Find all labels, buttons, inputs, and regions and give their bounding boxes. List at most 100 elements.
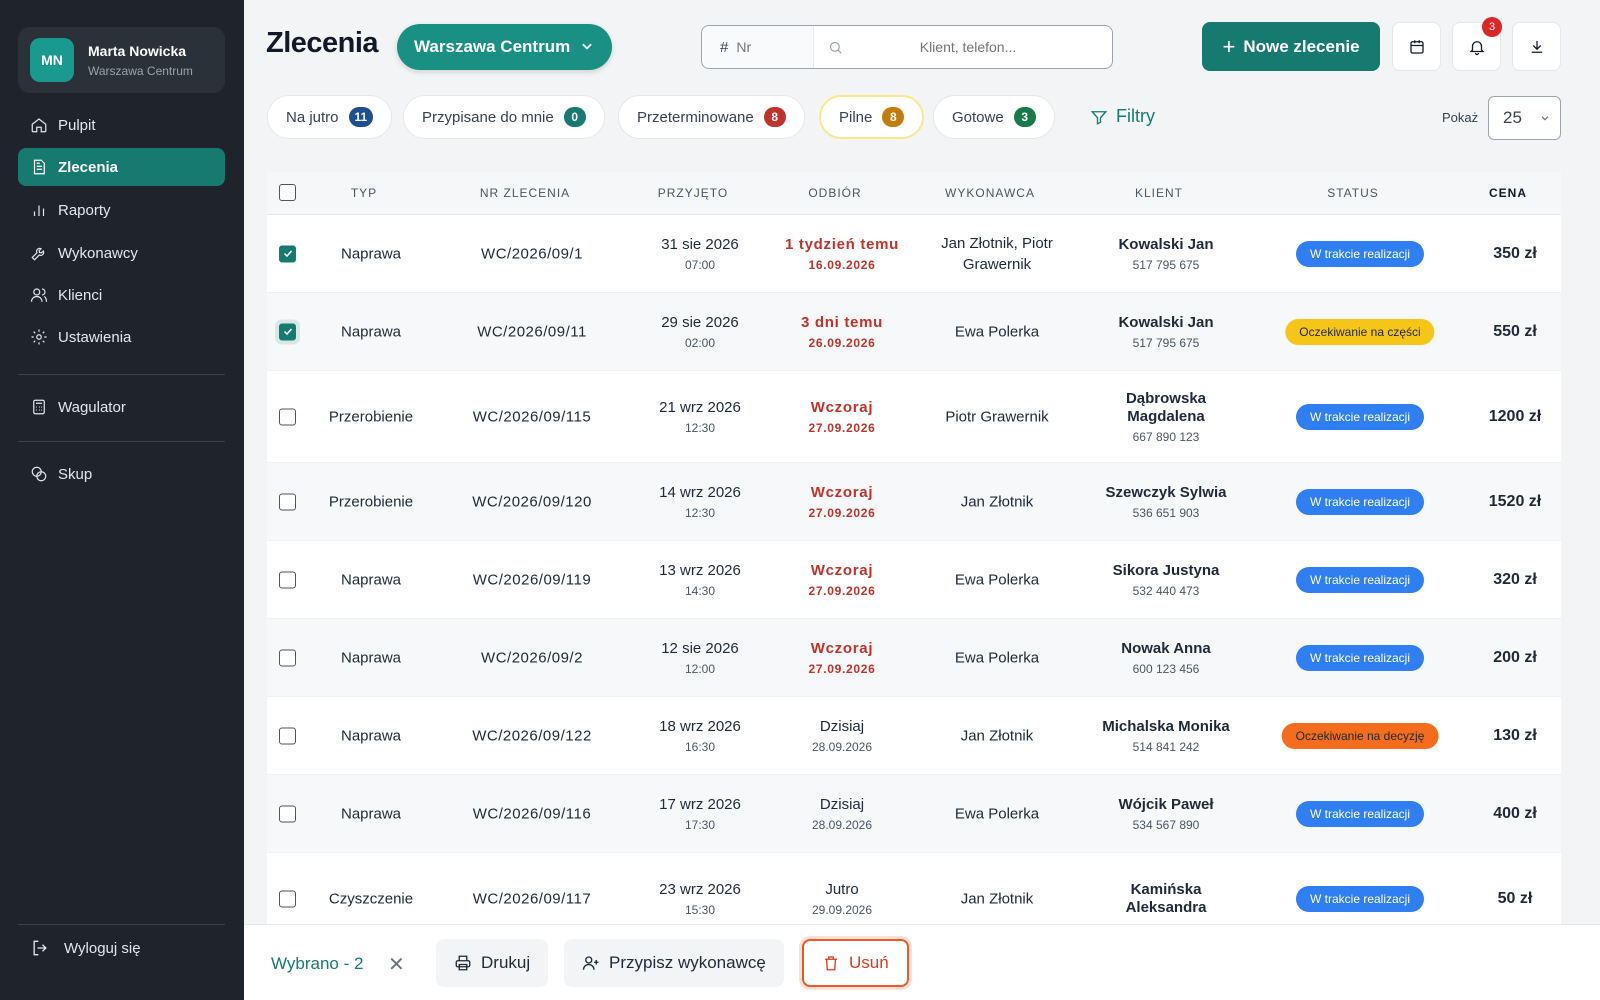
search-box: # bbox=[701, 25, 1113, 69]
table-row[interactable]: Naprawa WC/2026/09/116 17 wrz 2026 17:30 Dzi… bbox=[267, 775, 1561, 853]
order-number[interactable]: WC/2026/09/122 bbox=[472, 727, 592, 744]
sidebar-item-label: Skup bbox=[58, 465, 93, 483]
client-phone: 517 795 675 bbox=[1132, 335, 1200, 350]
sidebar-item-skup[interactable]: Skup bbox=[18, 455, 225, 493]
users-icon bbox=[30, 288, 48, 302]
order-number[interactable]: WC/2026/09/116 bbox=[473, 805, 591, 822]
select-all-checkbox[interactable] bbox=[279, 184, 296, 201]
check-icon bbox=[283, 328, 292, 336]
sidebar-item-wagulator[interactable]: Wagulator bbox=[18, 388, 225, 426]
sidebar-item-klienci[interactable]: Klienci bbox=[18, 276, 225, 314]
order-number[interactable]: WC/2026/09/120 bbox=[472, 493, 592, 510]
sidebar-item-raporty[interactable]: Raporty bbox=[18, 191, 225, 229]
status-badge[interactable]: W trakcie realizacji bbox=[1295, 403, 1425, 430]
order-type: Czyszczenie bbox=[328, 890, 414, 907]
pickup-cell: Wczoraj 27.09.2026 bbox=[808, 562, 875, 598]
worker-name: Ewa Polerka bbox=[954, 571, 1040, 588]
status-badge[interactable]: Oczekiwanie na decyzję bbox=[1281, 722, 1439, 749]
sidebar-item-label: Raporty bbox=[58, 201, 111, 219]
column-header-order-number[interactable]: NR ZLECENIA bbox=[480, 186, 570, 200]
column-header-worker[interactable]: WYKONAWCA bbox=[945, 186, 1035, 200]
status-badge[interactable]: W trakcie realizacji bbox=[1295, 800, 1425, 827]
row-checkbox[interactable] bbox=[279, 493, 296, 510]
order-number[interactable]: WC/2026/09/1 bbox=[481, 245, 583, 262]
column-header-type[interactable]: TYP bbox=[351, 186, 377, 200]
order-number-input[interactable] bbox=[736, 39, 807, 55]
received-time: 12:30 bbox=[684, 420, 716, 435]
column-header-client[interactable]: KLIENT bbox=[1135, 186, 1183, 200]
worker-name: Jan Złotnik bbox=[960, 890, 1034, 907]
notifications-button[interactable]: 3 bbox=[1452, 17, 1502, 71]
filter-chip-assigned-to-me[interactable]: Przypisane do mnie 0 bbox=[403, 95, 605, 139]
received-date: 31 sie 2026 bbox=[661, 235, 739, 253]
user-card[interactable]: MN Marta Nowicka Warszawa Centrum bbox=[18, 27, 225, 93]
order-number[interactable]: WC/2026/09/119 bbox=[473, 571, 591, 588]
filter-chip-urgent[interactable]: Pilne 8 bbox=[819, 95, 925, 139]
table-row[interactable]: Przerobienie WC/2026/09/120 14 wrz 2026 12:… bbox=[267, 463, 1561, 541]
table-row[interactable]: Czyszczenie WC/2026/09/117 23 wrz 2026 15:3… bbox=[267, 853, 1561, 934]
selected-count-label: Wybrano - 2 bbox=[271, 954, 364, 973]
sidebar-item-pulpit[interactable]: Pulpit bbox=[18, 106, 225, 144]
row-checkbox[interactable] bbox=[279, 727, 296, 744]
status-badge[interactable]: W trakcie realizacji bbox=[1295, 240, 1425, 267]
row-checkbox[interactable] bbox=[279, 649, 296, 666]
table-row[interactable]: Naprawa WC/2026/09/119 13 wrz 2026 14:30 Wcz… bbox=[267, 541, 1561, 619]
order-number[interactable]: WC/2026/09/2 bbox=[481, 649, 583, 666]
column-header-price[interactable]: CENA bbox=[1489, 186, 1527, 200]
status-badge[interactable]: W trakcie realizacji bbox=[1295, 566, 1425, 593]
sidebar-item-ustawienia[interactable]: Ustawienia bbox=[18, 318, 225, 356]
row-checkbox[interactable] bbox=[279, 323, 296, 340]
client-name: Szewczyk Sylwia bbox=[1105, 483, 1227, 501]
notification-count-badge: 3 bbox=[1482, 17, 1502, 37]
status-badge[interactable]: W trakcie realizacji bbox=[1295, 644, 1425, 671]
table-row[interactable]: Naprawa WC/2026/09/11 29 sie 2026 02:00 3 dn… bbox=[267, 293, 1561, 371]
clear-selection-icon[interactable]: ✕ bbox=[388, 952, 405, 977]
location-dropdown[interactable]: Warszawa Centrum bbox=[397, 24, 612, 70]
chip-label: Przypisane do mnie bbox=[422, 108, 554, 126]
order-number[interactable]: WC/2026/09/115 bbox=[473, 408, 591, 425]
sidebar-item-zlecenia[interactable]: Zlecenia bbox=[18, 148, 225, 186]
order-type: Naprawa bbox=[340, 323, 402, 340]
pickup-date: 16.09.2026 bbox=[808, 257, 876, 272]
received-cell: 14 wrz 2026 12:30 bbox=[659, 484, 741, 520]
client-name: Kowalski Jan bbox=[1118, 313, 1214, 331]
row-checkbox[interactable] bbox=[279, 571, 296, 588]
row-checkbox[interactable] bbox=[279, 408, 296, 425]
status-badge[interactable]: Oczekiwanie na części bbox=[1285, 318, 1435, 345]
table-row[interactable]: Przerobienie WC/2026/09/115 21 wrz 2026 12:… bbox=[267, 371, 1561, 463]
filters-button[interactable]: Filtry bbox=[1090, 106, 1155, 127]
page-size-select[interactable]: 25 bbox=[1488, 96, 1561, 140]
status-badge[interactable]: W trakcie realizacji bbox=[1295, 885, 1425, 912]
received-cell: 29 sie 2026 02:00 bbox=[661, 314, 739, 350]
coins-icon bbox=[31, 466, 47, 482]
filter-chip-tomorrow[interactable]: Na jutro 11 bbox=[267, 95, 393, 139]
download-button[interactable] bbox=[1512, 22, 1561, 71]
delete-button[interactable]: Usuń bbox=[802, 939, 909, 987]
row-checkbox[interactable] bbox=[279, 245, 296, 262]
assign-worker-button[interactable]: Przypisz wykonawcę bbox=[564, 939, 784, 987]
print-button[interactable]: Drukuj bbox=[436, 939, 549, 987]
received-cell: 18 wrz 2026 16:30 bbox=[659, 718, 741, 754]
worker-name: Jan Złotnik bbox=[960, 727, 1034, 744]
user-location: Warszawa Centrum bbox=[88, 63, 193, 78]
table-row[interactable]: Naprawa WC/2026/09/1 31 sie 2026 07:00 1 tyd… bbox=[267, 215, 1561, 293]
order-number[interactable]: WC/2026/09/11 bbox=[477, 323, 587, 340]
new-order-button[interactable]: + Nowe zlecenie bbox=[1202, 22, 1380, 71]
order-type: Przerobienie bbox=[328, 408, 414, 425]
chip-count-badge: 11 bbox=[348, 107, 374, 127]
row-checkbox[interactable] bbox=[279, 890, 296, 907]
column-header-pickup[interactable]: ODBIÓR bbox=[808, 186, 861, 200]
client-search-input[interactable] bbox=[843, 39, 1093, 55]
column-header-received[interactable]: PRZYJĘTO bbox=[658, 186, 728, 200]
row-checkbox[interactable] bbox=[279, 805, 296, 822]
table-row[interactable]: Naprawa WC/2026/09/2 12 sie 2026 12:00 Wczor… bbox=[267, 619, 1561, 697]
table-row[interactable]: Naprawa WC/2026/09/122 18 wrz 2026 16:30 Dzi… bbox=[267, 697, 1561, 775]
filter-chip-ready[interactable]: Gotowe 3 bbox=[933, 95, 1055, 139]
calendar-button[interactable] bbox=[1392, 22, 1441, 71]
logout-button[interactable]: Wyloguj się bbox=[30, 938, 141, 958]
order-number[interactable]: WC/2026/09/117 bbox=[473, 890, 591, 907]
column-header-status[interactable]: STATUS bbox=[1327, 186, 1379, 200]
sidebar-item-wykonawcy[interactable]: Wykonawcy bbox=[18, 234, 225, 272]
status-badge[interactable]: W trakcie realizacji bbox=[1295, 488, 1425, 515]
filter-chip-overdue[interactable]: Przeterminowane 8 bbox=[618, 95, 805, 139]
